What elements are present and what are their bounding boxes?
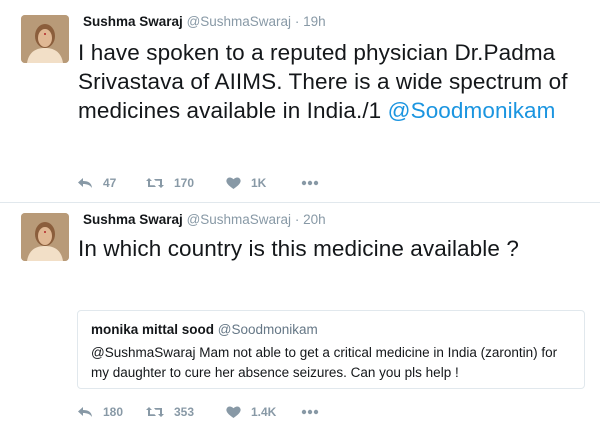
timeline: Sushma Swaraj @SushmaSwaraj · 19h I have… [0,0,600,431]
avatar[interactable] [21,213,69,261]
more-icon [301,409,319,415]
tweet-text: I have spoken to a reputed physician Dr.… [78,38,593,125]
like-button[interactable]: 1K [226,176,301,190]
like-count: 1.4K [251,405,277,419]
quoted-author-handle: @Soodmonikam [217,322,318,337]
quoted-tweet[interactable]: monika mittal sood @Soodmonikam @SushmaS… [77,310,585,389]
tweet-header: Sushma Swaraj @SushmaSwaraj · 19h [83,14,326,29]
reply-button[interactable]: 47 [77,176,146,190]
reply-icon [78,178,92,188]
retweet-icon [146,178,164,188]
more-icon [301,180,319,186]
tweet-text: In which country is this medicine availa… [78,234,588,263]
author-name[interactable]: Sushma Swaraj [83,212,183,227]
reply-count: 180 [103,405,124,419]
like-icon [226,177,241,189]
tweet-1[interactable]: Sushma Swaraj @SushmaSwaraj · 19h I have… [0,0,600,203]
reply-button[interactable]: 180 [77,405,146,419]
retweet-icon [146,407,164,417]
separator-dot: · [294,14,300,29]
mention-link[interactable]: @Soodmonikam [388,98,556,123]
author-handle[interactable]: @SushmaSwaraj [187,14,292,29]
more-button[interactable] [301,409,319,415]
tweet-header: Sushma Swaraj @SushmaSwaraj · 20h [83,212,326,227]
timestamp[interactable]: 19h [303,14,326,29]
action-bar: 47 170 1K [77,173,319,193]
like-count: 1K [251,176,267,190]
timestamp[interactable]: 20h [303,212,326,227]
quoted-text: @SushmaSwaraj Mam not able to get a crit… [91,345,558,380]
retweet-count: 170 [174,176,195,190]
reply-count: 47 [103,176,117,190]
action-bar: 180 353 1.4K [77,402,319,422]
separator-dot: · [294,212,300,227]
retweet-button[interactable]: 170 [146,176,226,190]
author-handle[interactable]: @SushmaSwaraj [187,212,292,227]
reply-icon [78,407,92,417]
tweet-2[interactable]: Sushma Swaraj @SushmaSwaraj · 20h In whi… [0,203,600,431]
more-button[interactable] [301,180,319,186]
avatar[interactable] [21,15,69,63]
like-icon [226,406,241,418]
tweet-body: In which country is this medicine availa… [78,236,519,261]
quoted-author-name: monika mittal sood [91,322,215,337]
author-name[interactable]: Sushma Swaraj [83,14,183,29]
quoted-header: monika mittal sood @Soodmonikam [91,322,318,337]
retweet-button[interactable]: 353 [146,405,226,419]
retweet-count: 353 [174,405,195,419]
like-button[interactable]: 1.4K [226,405,301,419]
